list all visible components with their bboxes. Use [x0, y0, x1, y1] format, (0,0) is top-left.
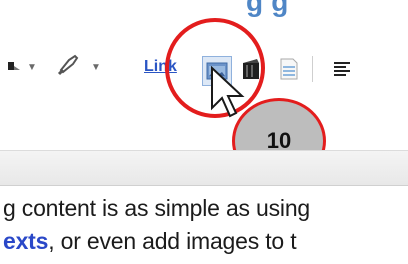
file-icon [280, 58, 298, 80]
cursor-icon [211, 66, 245, 118]
content-line-2-text: , or even add images to t [48, 228, 297, 254]
chevron-down-icon: ▼ [27, 62, 37, 73]
text-color-icon [8, 62, 20, 70]
text-color-dropdown[interactable]: ▼ [24, 60, 40, 76]
insert-file-button[interactable] [276, 54, 302, 84]
align-left-icon [334, 62, 350, 76]
content-link[interactable]: exts [3, 228, 48, 254]
brush-icon [57, 54, 79, 76]
highlight-button[interactable] [56, 52, 82, 78]
content-line-2: exts, or even add images to t [3, 228, 297, 255]
content-line-1: g content is as simple as using [3, 195, 311, 221]
section-bar [0, 150, 408, 186]
chevron-down-icon: ▼ [91, 62, 101, 73]
align-left-button[interactable] [328, 54, 356, 84]
page-title-fragment: g g [246, 0, 289, 17]
toolbar-separator [312, 56, 313, 82]
highlight-dropdown[interactable]: ▼ [88, 60, 104, 76]
